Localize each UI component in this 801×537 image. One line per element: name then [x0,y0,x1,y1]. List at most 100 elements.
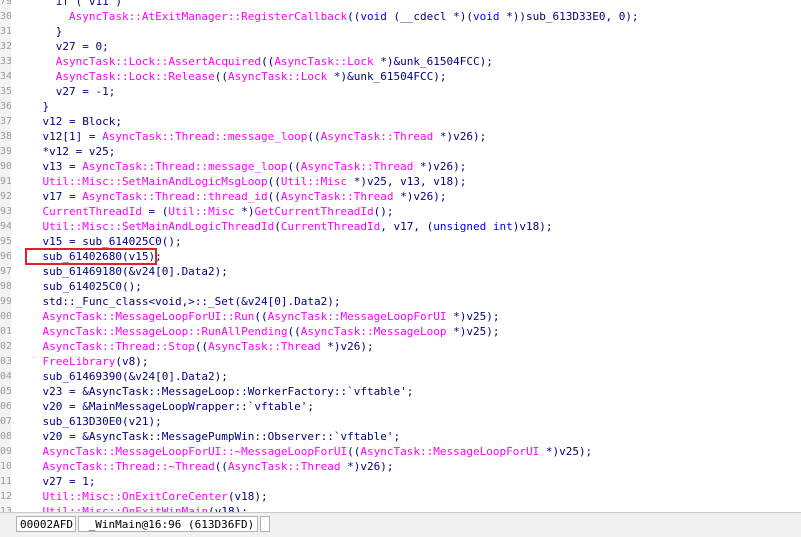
code-line[interactable]: 79 if ( v11 ) [0,0,801,9]
code-token: AsyncTask::Thread [280,190,394,203]
code-line[interactable]: 34 AsyncTask::Lock::Release((AsyncTask::… [0,69,801,84]
code-token: AsyncTask::Thread [227,460,341,473]
code-line[interactable]: 03 FreeLibrary(v8); [0,354,801,369]
code-token: ( [274,220,281,233]
code-token: (( [287,325,301,338]
line-number: 36 [0,99,11,114]
line-number: 35 [0,84,11,99]
code-line[interactable]: 02 AsyncTask::Thread::Stop((AsyncTask::T… [0,339,801,354]
code-line[interactable]: 07 sub_613D30E0(v21); [0,414,801,429]
code-line[interactable]: 12 Util::Misc::OnExitCoreCenter(v18); [0,489,801,504]
line-number: 04 [0,369,11,384]
code-line[interactable]: 96 sub_61402680(v15); [0,249,801,264]
line-number: 96 [0,249,11,264]
code-token: (( [347,10,361,23]
line-number: 91 [0,174,11,189]
code-line[interactable]: 39 *v12 = v25; [0,144,801,159]
code-text: *v12 = v25; [16,144,115,159]
code-line[interactable]: 98 sub_614025C0(); [0,279,801,294]
code-text: v13 = AsyncTask::Thread::message_loop((A… [16,159,466,174]
code-token: (( [267,175,281,188]
code-line[interactable]: 09 AsyncTask::MessageLoopForUI::~Message… [0,444,801,459]
code-line[interactable]: 38 v12[1] = AsyncTask::Thread::message_l… [0,129,801,144]
code-text: AsyncTask::MessageLoopForUI::Run((AsyncT… [16,309,500,324]
code-token: (v8); [115,355,149,368]
code-token: v12 = Block; [16,115,122,128]
line-number: 97 [0,264,11,279]
code-text: Util::Misc::SetMainAndLogicMsgLoop((Util… [16,174,467,189]
code-token: std::_Func_class<void,>::_Set(&v24[0].Da… [16,295,341,308]
line-number: 03 [0,354,11,369]
code-line[interactable]: 93 CurrentThreadId = (Util::Misc *)GetCu… [0,204,801,219]
code-line[interactable]: 00 AsyncTask::MessageLoopForUI::Run((Asy… [0,309,801,324]
code-token: AsyncTask::Lock [274,55,374,68]
code-line[interactable]: 97 sub_61469180(&v24[0].Data2); [0,264,801,279]
code-line[interactable]: 04 sub_61469390(&v24[0].Data2); [0,369,801,384]
code-line[interactable]: 94 Util::Misc::SetMainAndLogicThreadId(C… [0,219,801,234]
code-token: AsyncTask::Lock::AssertAcquired [55,55,262,68]
pseudocode-view[interactable]: 79 if ( v11 ) 30 AsyncTask::AtExitManager… [0,0,801,512]
code-token: AsyncTask::Lock [227,70,328,83]
code-token: , v17, ( [380,220,434,233]
code-line[interactable]: 90 v13 = AsyncTask::Thread::message_loop… [0,159,801,174]
code-token: (( [267,190,281,203]
code-text: AsyncTask::Lock::AssertAcquired((AsyncTa… [16,54,493,69]
line-number: 31 [0,24,11,39]
code-token: AsyncTask::AtExitManager::RegisterCallba… [68,10,348,23]
code-token: AsyncTask::Thread::thread_id [82,190,268,203]
code-line[interactable]: 31 } [0,24,801,39]
code-token: (( [214,460,228,473]
code-token: AsyncTask::Thread [300,160,414,173]
code-line[interactable]: 06 v20 = &MainMessageLoopWrapper::`vftab… [0,399,801,414]
code-token: AsyncTask::MessageLoopForUI::~MessageLoo… [42,445,348,458]
line-number: 39 [0,144,11,159]
code-line[interactable]: 01 AsyncTask::MessageLoop::RunAllPending… [0,324,801,339]
code-line[interactable]: 05 v23 = &AsyncTask::MessageLoop::Worker… [0,384,801,399]
code-line[interactable]: 92 v17 = AsyncTask::Thread::thread_id((A… [0,189,801,204]
code-token: unsigned int [433,220,513,233]
code-token: *)v25, v13, v18); [347,175,467,188]
code-text: v27 = -1; [16,84,116,99]
code-token: )v18); [512,220,553,233]
code-token: AsyncTask::Thread [208,340,321,353]
code-token: (( [254,310,268,323]
code-line[interactable]: 30 AsyncTask::AtExitManager::RegisterCal… [0,9,801,24]
line-number: 30 [0,9,11,24]
code-line[interactable]: 35 v27 = -1; [0,84,801,99]
code-token: v20 = &AsyncTask::MessagePumpWin::Observ… [16,430,401,443]
code-text: v17 = AsyncTask::Thread::thread_id((Asyn… [16,189,446,204]
code-token: AsyncTask::MessageLoop::RunAllPending [42,325,288,338]
code-line[interactable]: 36 } [0,99,801,114]
line-number: 34 [0,69,11,84]
code-token: v27 = 1; [16,475,96,488]
code-line[interactable]: 33 AsyncTask::Lock::AssertAcquired((Asyn… [0,54,801,69]
code-line[interactable]: 13 Util::Misc::OnExitWinMain(v18); [0,504,801,512]
code-line[interactable]: 91 Util::Misc::SetMainAndLogicMsgLoop((U… [0,174,801,189]
code-text: AsyncTask::AtExitManager::RegisterCallba… [16,9,639,24]
code-line[interactable]: 32 v27 = 0; [0,39,801,54]
code-line[interactable]: 99 std::_Func_class<void,>::_Set(&v24[0]… [0,294,801,309]
code-token: CurrentThreadId [42,205,142,218]
code-line[interactable]: 10 AsyncTask::Thread::~Thread((AsyncTask… [0,459,801,474]
line-number: 02 [0,339,11,354]
line-number: 37 [0,114,11,129]
code-line[interactable]: 11 v27 = 1; [0,474,801,489]
code-line[interactable]: 95 v15 = sub_614025C0(); [0,234,801,249]
code-line[interactable]: 08 v20 = &AsyncTask::MessagePumpWin::Obs… [0,429,801,444]
line-number: 08 [0,429,11,444]
code-token: v27 = -1; [16,85,116,98]
status-extra [260,516,270,532]
code-token: Util::Misc::SetMainAndLogicMsgLoop [42,175,268,188]
code-text: v20 = &AsyncTask::MessagePumpWin::Observ… [16,429,400,444]
code-text: AsyncTask::Thread::Stop((AsyncTask::Thre… [16,339,374,354]
code-token: sub_613D30E0(v21); [16,415,162,428]
code-text: std::_Func_class<void,>::_Set(&v24[0].Da… [16,294,341,309]
line-number: 09 [0,444,11,459]
code-token: v13 = [16,160,83,173]
code-line[interactable]: 37 v12 = Block; [0,114,801,129]
code-token: AsyncTask::Thread::message_loop [102,130,308,143]
code-token: v20 = &MainMessageLoopWrapper::`vftable'… [16,400,315,413]
